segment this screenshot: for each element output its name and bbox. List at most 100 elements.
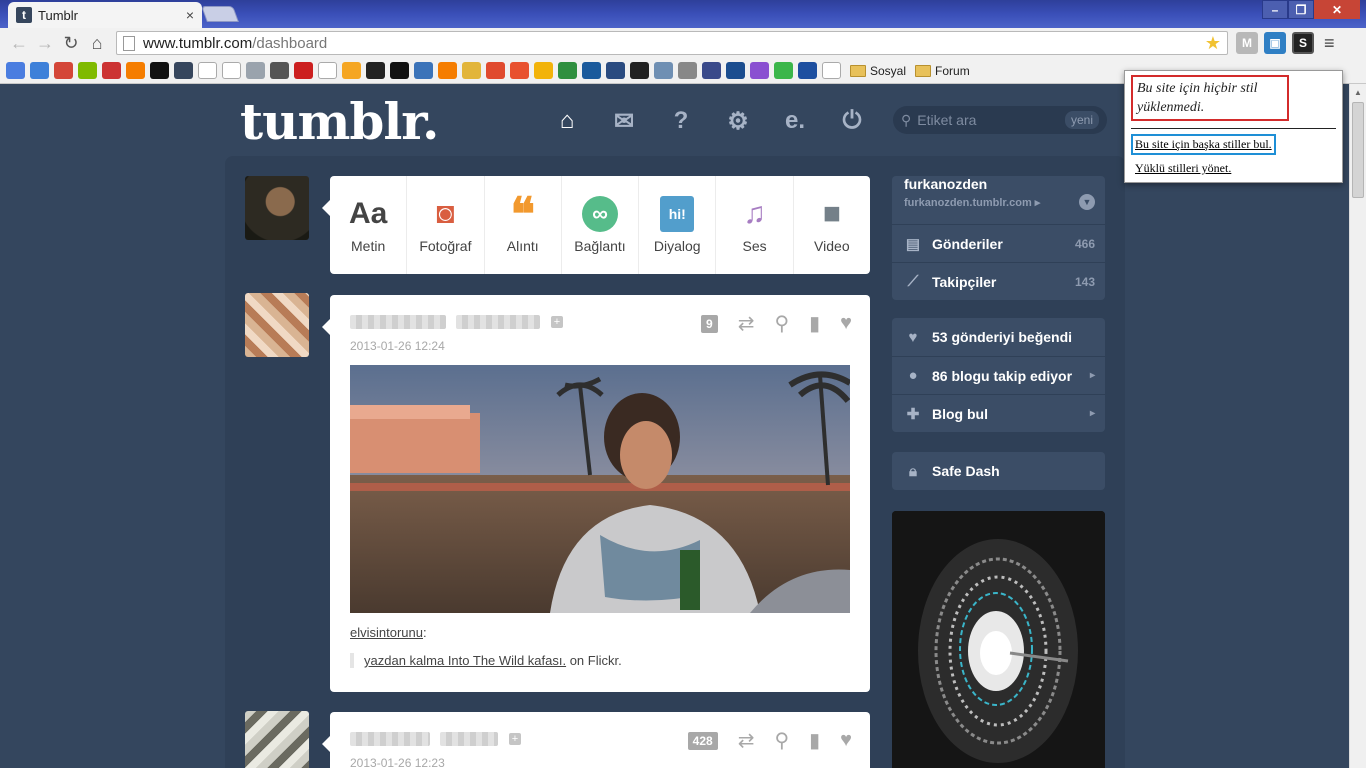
find-styles-link[interactable]: Bu site için başka stiller bul. <box>1131 134 1276 155</box>
bookmark-folder-forum[interactable]: Forum <box>915 64 970 78</box>
post-type-audio[interactable]: ♫ Ses <box>716 176 794 274</box>
reload-icon[interactable]: ↻ <box>58 30 84 56</box>
power-icon[interactable]: ⏻ <box>837 106 867 136</box>
blog-switcher[interactable]: furkanozden furkanozden.tumblr.com ▸ ▼ <box>892 176 1105 224</box>
aol-bookmark-icon[interactable] <box>390 62 409 79</box>
search-post-icon[interactable]: ⚲ <box>774 311 789 336</box>
youtube-bookmark-icon[interactable] <box>294 62 313 79</box>
address-bar[interactable]: www.tumblr.com /dashboard ★ <box>116 31 1228 55</box>
bookmark-icon[interactable] <box>630 62 649 79</box>
home-button-icon[interactable]: ⌂ <box>84 30 110 56</box>
tab-close-icon[interactable]: × <box>186 7 194 23</box>
bookmark-icon[interactable] <box>510 62 529 79</box>
post-type-video[interactable]: ■ Video <box>794 176 870 274</box>
sidebar-item-followers[interactable]: ⟋ Takipçiler 143 <box>892 262 1105 300</box>
bookmark-icon[interactable]: ▮ <box>809 728 820 753</box>
home-icon[interactable]: ⌂ <box>552 106 582 136</box>
scroll-up-icon[interactable]: ▲ <box>1354 88 1362 97</box>
flickr-link[interactable]: yazdan kalma Into The Wild kafası. <box>364 653 566 668</box>
tumblr-logo[interactable]: tumblr. <box>240 92 439 151</box>
tumblr-bookmark-icon[interactable] <box>174 62 193 79</box>
forward-icon[interactable]: → <box>32 30 58 56</box>
post-author-avatar[interactable] <box>245 293 309 357</box>
reblog-icon[interactable]: ⇄ <box>738 311 755 336</box>
kv-bookmark-icon[interactable] <box>654 62 673 79</box>
e-icon[interactable]: e. <box>780 106 810 136</box>
blogger-bookmark-icon[interactable] <box>438 62 457 79</box>
page-scrollbar[interactable]: ▲ <box>1349 84 1366 768</box>
like-heart-icon[interactable]: ♥ <box>840 312 852 335</box>
post-type-quote[interactable]: ❝ Alıntı <box>485 176 562 274</box>
bookmark-icon[interactable] <box>102 62 121 79</box>
post-type-chat[interactable]: hi! Diyalog <box>639 176 717 274</box>
bookmark-icon[interactable] <box>486 62 505 79</box>
sidebar-item-following[interactable]: ● 86 blogu takip ediyor ▸ <box>892 356 1105 394</box>
source-user-link[interactable]: elvisintorunu <box>350 625 423 640</box>
google-bookmark-icon[interactable] <box>6 62 25 79</box>
post-author-avatar[interactable] <box>245 711 309 768</box>
bookmark-icon[interactable] <box>702 62 721 79</box>
sidebar-item-find-blogs[interactable]: ✚ Blog bul ▸ <box>892 394 1105 432</box>
like-heart-icon[interactable]: ♥ <box>840 729 852 752</box>
notes-count[interactable]: 428 <box>687 731 718 750</box>
radar-image[interactable] <box>892 511 1105 768</box>
new-tab-button[interactable] <box>201 6 239 22</box>
translate-bookmark-icon[interactable] <box>30 62 49 79</box>
gmail-checker-icon[interactable]: M <box>1236 32 1258 54</box>
tinymce-bookmark-icon[interactable] <box>246 62 265 79</box>
help-icon[interactable]: ? <box>666 106 696 136</box>
bookmark-icon[interactable] <box>342 62 361 79</box>
sidebar-item-likes[interactable]: ♥ 53 gönderiyi beğendi <box>892 318 1105 356</box>
bookmark-icon[interactable] <box>462 62 481 79</box>
bookmark-icon[interactable] <box>366 62 385 79</box>
sidebar-item-posts[interactable]: ▤ Gönderiler 466 <box>892 224 1105 262</box>
blogger-bookmark-icon[interactable] <box>126 62 145 79</box>
bookmark-icon[interactable] <box>534 62 553 79</box>
post-type-photo[interactable]: ◙ Fotoğraf <box>407 176 485 274</box>
scrollbar-thumb[interactable] <box>1352 102 1364 198</box>
bookmark-icon[interactable]: ▮ <box>809 311 820 336</box>
post-photo[interactable] <box>350 365 850 613</box>
search-post-icon[interactable]: ⚲ <box>774 728 789 753</box>
browser-tab[interactable]: t Tumblr × <box>8 2 202 28</box>
minimize-icon[interactable]: – <box>1262 0 1288 19</box>
sidebar-item-safe-dash[interactable]: 🔒︎ Safe Dash <box>892 452 1105 490</box>
notes-count[interactable]: 9 <box>701 314 718 333</box>
bookmark-icon[interactable] <box>726 62 745 79</box>
bookmark-icon[interactable] <box>774 62 793 79</box>
chevron-down-icon[interactable]: ▼ <box>1079 194 1095 210</box>
windows-bookmark-icon[interactable] <box>78 62 97 79</box>
close-window-icon[interactable]: ✕ <box>1314 0 1360 19</box>
bookmark-folder-sosyal[interactable]: Sosyal <box>850 64 906 78</box>
chrome-menu-icon[interactable]: ≡ <box>1324 33 1335 54</box>
page-bookmark-icon[interactable] <box>318 62 337 79</box>
gmail-bookmark-icon[interactable] <box>54 62 73 79</box>
post-type-link[interactable]: ∞ Bağlantı <box>562 176 640 274</box>
bookmark-icon[interactable] <box>750 62 769 79</box>
page-bookmark-icon[interactable] <box>822 62 841 79</box>
search-input[interactable] <box>917 112 1048 128</box>
user-avatar[interactable] <box>245 176 309 240</box>
restore-icon[interactable]: ❐ <box>1288 0 1314 19</box>
stylish-icon[interactable]: S <box>1292 32 1314 54</box>
bookmark-icon[interactable] <box>150 62 169 79</box>
bookmark-icon[interactable] <box>414 62 433 79</box>
bookmark-icon[interactable] <box>606 62 625 79</box>
mail-icon[interactable]: ✉ <box>609 106 639 136</box>
paypal-bookmark-icon[interactable] <box>798 62 817 79</box>
blog-url[interactable]: furkanozden.tumblr.com ▸ <box>904 196 1095 209</box>
follow-plus-icon[interactable]: + <box>508 732 521 745</box>
page-bookmark-icon[interactable] <box>198 62 217 79</box>
follow-plus-icon[interactable]: + <box>550 315 563 328</box>
reblog-icon[interactable]: ⇄ <box>738 728 755 753</box>
bookmark-icon[interactable] <box>558 62 577 79</box>
back-icon[interactable]: ← <box>6 30 32 56</box>
screen-capture-icon[interactable]: ▣ <box>1264 32 1286 54</box>
page-bookmark-icon[interactable] <box>222 62 241 79</box>
bookmark-star-icon[interactable]: ★ <box>1205 33 1221 54</box>
bookmark-icon[interactable] <box>270 62 289 79</box>
post-type-text[interactable]: Aa Metin <box>330 176 408 274</box>
bookmark-icon[interactable] <box>582 62 601 79</box>
manage-styles-link[interactable]: Yüklü stilleri yönet. <box>1131 161 1336 176</box>
snipmp3-bookmark-icon[interactable] <box>678 62 697 79</box>
